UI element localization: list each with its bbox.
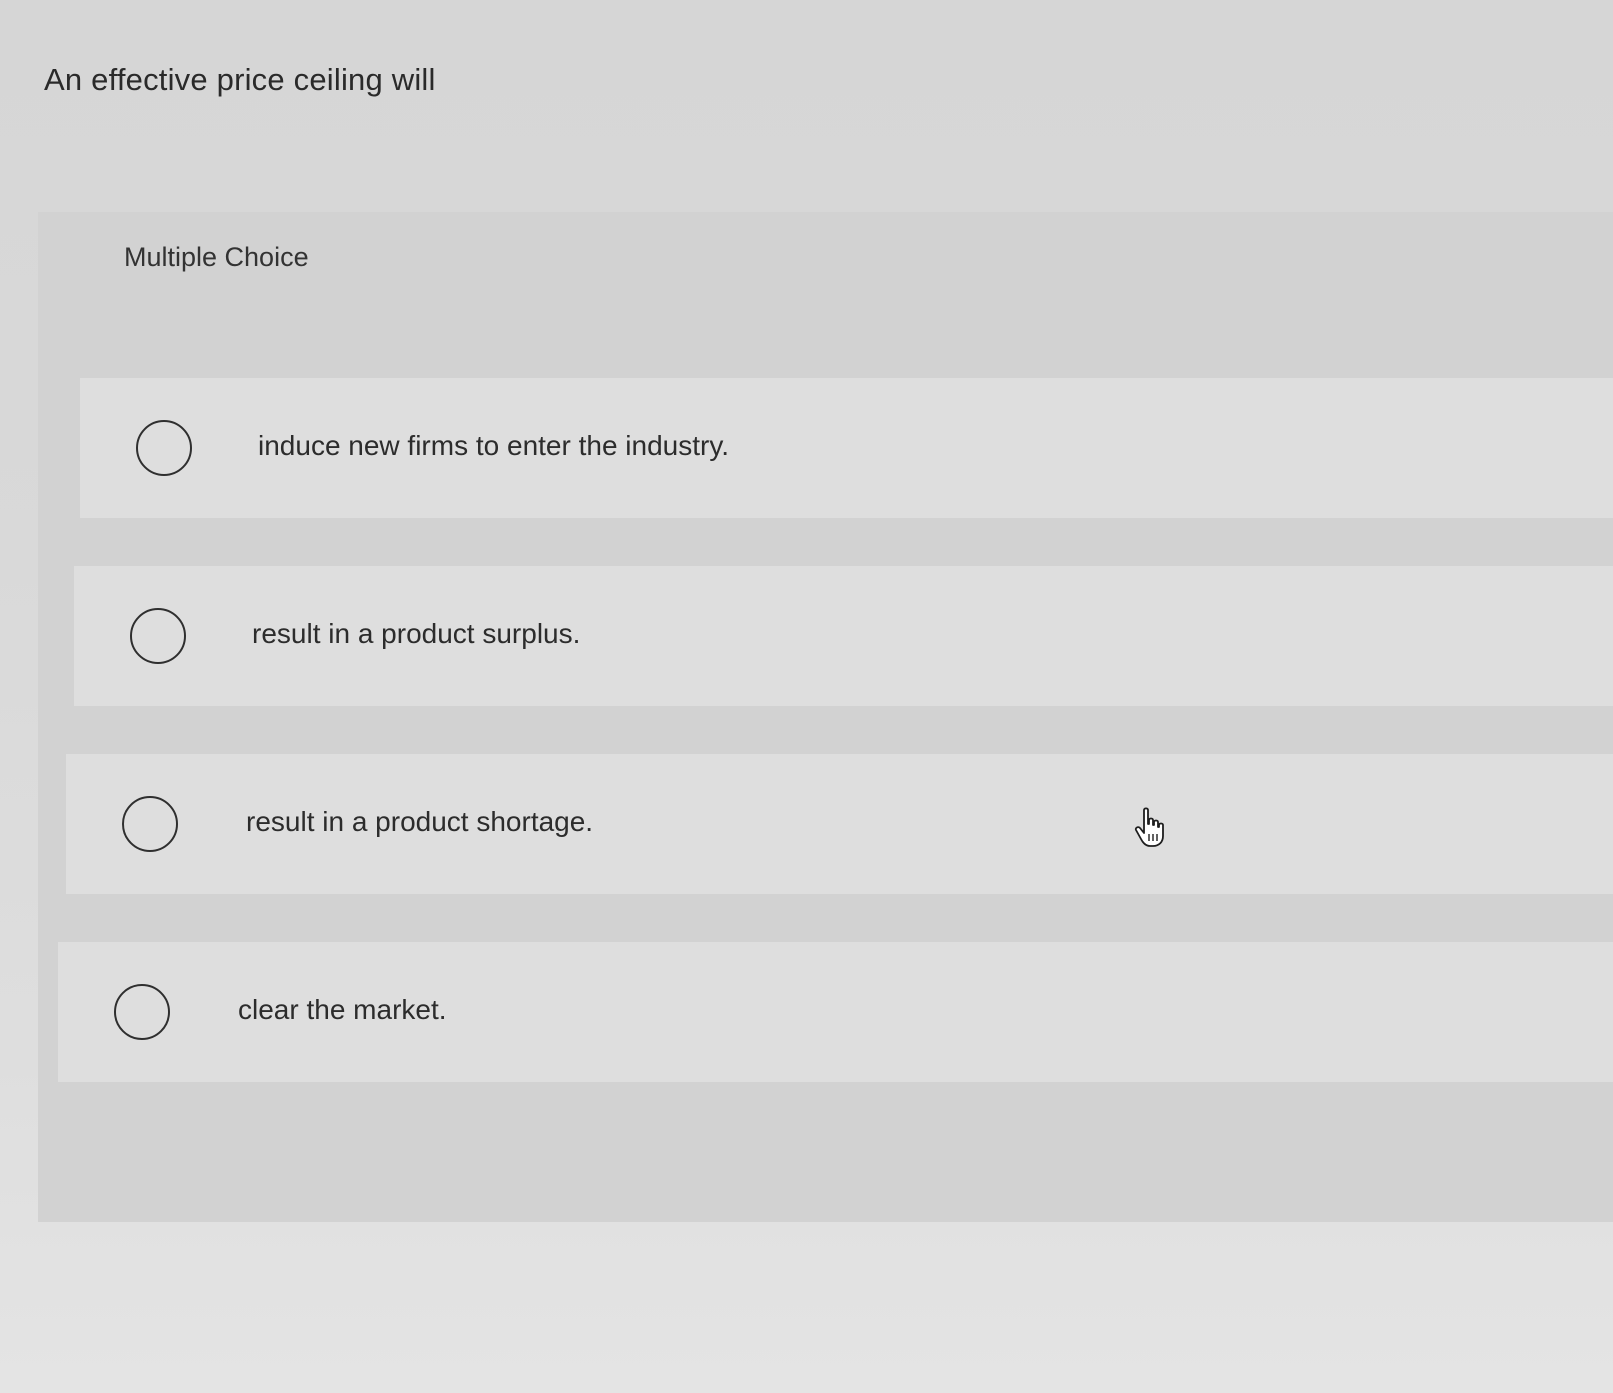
answer-option-2[interactable]: result in a product surplus.: [74, 566, 1613, 706]
radio-button-icon[interactable]: [130, 608, 186, 664]
question-type-label: Multiple Choice: [124, 242, 309, 272]
answer-option-3[interactable]: result in a product shortage.: [66, 754, 1613, 894]
hand-pointer-icon: [1134, 807, 1164, 847]
answer-option-label: clear the market.: [238, 994, 447, 1025]
question-text: An effective price ceiling will: [44, 62, 436, 97]
answer-option-label: result in a product surplus.: [252, 618, 581, 649]
radio-button-icon[interactable]: [114, 984, 170, 1040]
answer-option-1[interactable]: induce new firms to enter the industry.: [80, 378, 1613, 518]
answer-option-label: induce new firms to enter the industry.: [258, 430, 730, 461]
answer-option-label: result in a product shortage.: [246, 806, 594, 837]
radio-button-icon[interactable]: [136, 420, 192, 476]
page: An effective price ceiling will Multiple…: [0, 0, 1613, 1393]
radio-button-icon[interactable]: [122, 796, 178, 852]
answer-option-4[interactable]: clear the market.: [58, 942, 1613, 1082]
